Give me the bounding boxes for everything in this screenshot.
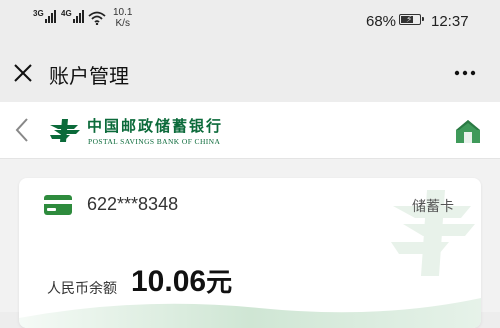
- close-icon[interactable]: [12, 62, 34, 84]
- network-type-label: 3G: [33, 9, 44, 18]
- bank-card-icon: [44, 195, 72, 215]
- title-bar: 账户管理: [0, 44, 500, 102]
- signal-bars-icon: [72, 10, 84, 23]
- bank-header: 中国邮政储蓄银行 POSTAL SAVINGS BANK OF CHINA: [0, 102, 500, 159]
- network-speed-value: 10.1: [113, 7, 133, 18]
- home-icon[interactable]: [455, 118, 481, 144]
- battery-icon: ⚡: [399, 14, 424, 25]
- battery-percentage: 68%: [366, 13, 397, 30]
- status-bar: 3G 4G 10.1 K/s 68% ⚡ 12:37: [0, 0, 500, 44]
- charging-bolt-icon: ⚡: [406, 14, 413, 24]
- more-icon[interactable]: [450, 62, 480, 84]
- bank-name-chinese: 中国邮政储蓄银行: [87, 117, 224, 135]
- status-time: 12:37: [431, 13, 469, 30]
- card-type-label: 储蓄卡: [412, 198, 454, 214]
- network-speed: 10.1 K/s: [113, 7, 132, 29]
- network-type-label: 4G: [61, 9, 72, 18]
- card-wave-decoration: [19, 298, 481, 328]
- card-number: 622***8348: [87, 194, 179, 214]
- chevron-left-icon[interactable]: [12, 116, 34, 144]
- account-card[interactable]: 622***8348 储蓄卡 人民币余额 10.06元: [19, 178, 481, 328]
- bank-name-english: POSTAL SAVINGS BANK OF CHINA: [88, 137, 221, 146]
- page-title: 账户管理: [49, 66, 129, 88]
- network-speed-unit: K/s: [115, 18, 130, 29]
- wifi-icon: [88, 11, 106, 25]
- signal-bars-icon: [44, 10, 56, 23]
- cellular-signal-2: 4G: [61, 10, 84, 23]
- psbc-logo-icon: [50, 119, 80, 142]
- cellular-signal-1: 3G: [33, 10, 56, 23]
